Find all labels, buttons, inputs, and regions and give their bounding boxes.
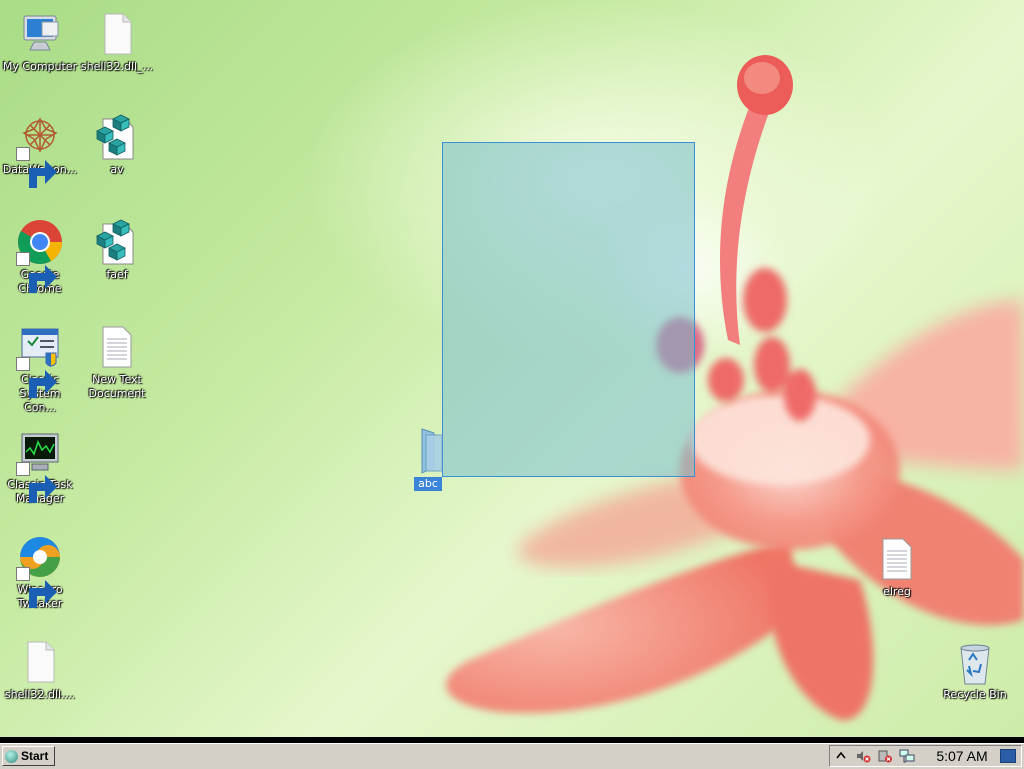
shortcut-arrow-icon <box>16 357 57 398</box>
clock[interactable]: 5:07 AM <box>930 748 994 764</box>
text-document-icon <box>873 535 921 583</box>
desktop-icon-new-text-document[interactable]: New Text Document <box>77 323 157 401</box>
desktop-icon-classic-task-manager[interactable]: Classic Task Manager <box>0 428 80 506</box>
start-orb-icon <box>5 749 18 763</box>
taskbar: Start 5:07 AM <box>0 737 1024 769</box>
desktop-icon-shell32-dll-2[interactable]: shell32.dll.... <box>0 638 80 702</box>
desktop-icon-shell32-dll-1[interactable]: shell32.dll_... <box>77 10 157 74</box>
shortcut-arrow-icon <box>16 567 57 608</box>
shortcut-arrow-icon <box>16 462 57 503</box>
desktop[interactable]: My Computer shell32.dll_... DataWagon...… <box>0 0 1024 737</box>
datawagon-icon <box>16 113 64 188</box>
shortcut-arrow-icon <box>16 252 57 293</box>
registry-file-icon <box>93 218 141 266</box>
winaero-icon <box>16 533 64 608</box>
start-button[interactable]: Start <box>2 746 55 766</box>
icon-label: av <box>110 163 124 176</box>
icon-label: shell32.dll.... <box>4 688 76 701</box>
chrome-icon <box>16 218 64 293</box>
system-tray: 5:07 AM <box>829 745 1022 767</box>
desktop-icon-my-computer[interactable]: My Computer <box>0 10 80 74</box>
taskbar-body: Start 5:07 AM <box>0 743 1024 769</box>
desktop-icon-faef[interactable]: faef <box>77 218 157 282</box>
start-label: Start <box>21 749 49 763</box>
icon-label: abc <box>414 477 442 491</box>
control-panel-icon <box>16 323 64 398</box>
desktop-icon-google-chrome[interactable]: Google Chrome <box>0 218 80 296</box>
icon-label: My Computer <box>2 60 78 73</box>
icon-label: elreg <box>883 585 911 598</box>
show-desktop-button[interactable] <box>1000 749 1016 763</box>
computer-icon <box>16 10 64 58</box>
task-manager-icon <box>16 428 64 503</box>
icon-label: shell32.dll_... <box>80 60 154 73</box>
desktop-icon-elreg[interactable]: elreg <box>857 535 937 599</box>
desktop-icon-av[interactable]: av <box>77 113 157 177</box>
text-document-icon <box>93 323 141 371</box>
recycle-bin-icon <box>951 638 999 686</box>
desktop-icon-recycle-bin[interactable]: Recycle Bin <box>935 638 1015 702</box>
folder-icon <box>404 427 452 475</box>
desktop-icon-datawagon[interactable]: DataWagon... <box>0 113 80 188</box>
registry-file-icon <box>93 113 141 161</box>
power-error-icon[interactable] <box>874 746 896 766</box>
selection-marquee <box>442 142 695 477</box>
file-icon <box>93 10 141 58</box>
chevron-up-icon[interactable] <box>830 746 852 766</box>
shortcut-arrow-icon <box>16 147 57 188</box>
icon-label: faef <box>106 268 128 281</box>
icon-label: New Text Document <box>88 373 146 400</box>
desktop-icon-winaero-tweaker[interactable]: Winaero Tweaker <box>0 533 80 611</box>
icon-label: Recycle Bin <box>943 688 1007 701</box>
volume-muted-icon[interactable] <box>852 746 874 766</box>
network-icon[interactable] <box>896 746 918 766</box>
desktop-icon-classic-system-control[interactable]: Classic System Con... <box>0 323 80 415</box>
file-icon <box>16 638 64 686</box>
desktop-icon-abc-folder[interactable]: abc <box>388 427 468 491</box>
